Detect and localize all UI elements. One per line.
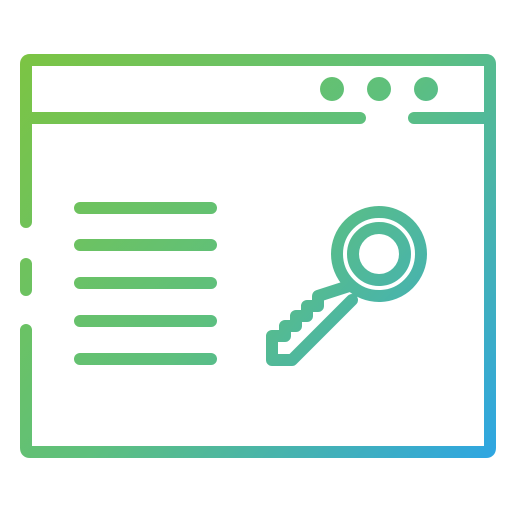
window-controls: [320, 77, 438, 101]
key-ring-hole: [347, 222, 411, 286]
text-lines: [74, 202, 217, 365]
key-icon: [266, 206, 427, 366]
icon-canvas: [0, 0, 512, 512]
window-dot: [414, 77, 438, 101]
key-blade: [266, 280, 358, 366]
browser-window-with-key-icon: [20, 54, 496, 458]
window-dot: [367, 77, 391, 101]
window-dot: [320, 77, 344, 101]
